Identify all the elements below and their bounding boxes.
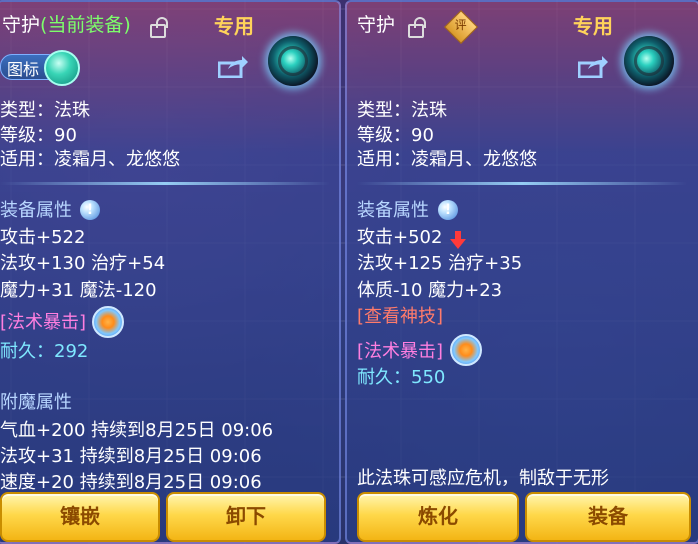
enchant-line-1: 气血+200 持续到8月25日 09:06 <box>0 420 274 441</box>
equip-attr-label: 装备属性 <box>357 200 429 221</box>
down-arrow-icon <box>450 231 466 249</box>
equip-button[interactable]: 装备 <box>525 492 691 542</box>
icon-toggle-label: 图标 <box>7 60 40 79</box>
enchant-line-3: 速度+20 持续到8月25日 09:06 <box>0 472 262 493</box>
unequip-button[interactable]: 卸下 <box>166 492 326 542</box>
info-icon[interactable]: ! <box>80 200 100 220</box>
lock-icon[interactable] <box>150 17 168 38</box>
level-line: 等级：90 <box>357 125 434 146</box>
left-title: 守护(当前装备) <box>2 14 131 36</box>
mana-magic-line: 魔力+31 魔法-120 <box>0 280 157 301</box>
usage-line: 适用：凌霜月、龙悠悠 <box>357 149 537 170</box>
inlay-button[interactable]: 镶嵌 <box>0 492 160 542</box>
enchant-line-2: 法攻+31 持续到8月25日 09:06 <box>0 446 262 467</box>
durability-line: 耐久：550 <box>357 367 446 388</box>
magatk-heal-line: 法攻+125 治疗+35 <box>357 253 523 274</box>
con-mana-line: 体质-10 魔力+23 <box>357 280 503 301</box>
divider <box>0 182 330 185</box>
toggle-knob[interactable] <box>44 50 80 86</box>
durability-line: 耐久：292 <box>0 341 89 362</box>
type-line: 类型：法珠 <box>0 100 90 121</box>
lock-icon[interactable] <box>408 17 426 38</box>
level-line: 等级：90 <box>0 125 77 146</box>
right-title: 守护 <box>357 14 396 36</box>
equip-attr-label: 装备属性 <box>0 200 72 221</box>
check-skill-link[interactable]: [查看神技] <box>357 306 443 328</box>
swirl-icon <box>450 334 482 366</box>
spell-crit-link[interactable]: [法术暴击] <box>0 312 86 334</box>
enchant-label: 附魔属性 <box>0 392 72 413</box>
item-description: 此法珠可感应危机，制敌于无形 <box>357 468 609 489</box>
share-icon[interactable] <box>578 56 608 78</box>
exclusive-label: 专用 <box>573 14 613 38</box>
magatk-heal-line: 法攻+130 治疗+54 <box>0 253 166 274</box>
orb-gem-icon <box>268 36 318 86</box>
swirl-icon <box>92 306 124 338</box>
info-icon[interactable]: ! <box>438 200 458 220</box>
exclusive-label: 专用 <box>214 14 254 38</box>
share-icon[interactable] <box>218 56 248 78</box>
usage-line: 适用：凌霜月、龙悠悠 <box>0 149 180 170</box>
divider <box>357 182 687 185</box>
refine-button[interactable]: 炼化 <box>357 492 519 542</box>
attack-line: 攻击+502 <box>357 227 443 248</box>
orb-gem-icon <box>624 36 674 86</box>
spell-crit-link[interactable]: [法术暴击] <box>357 341 443 363</box>
attack-line: 攻击+522 <box>0 227 86 248</box>
type-line: 类型：法珠 <box>357 100 447 121</box>
